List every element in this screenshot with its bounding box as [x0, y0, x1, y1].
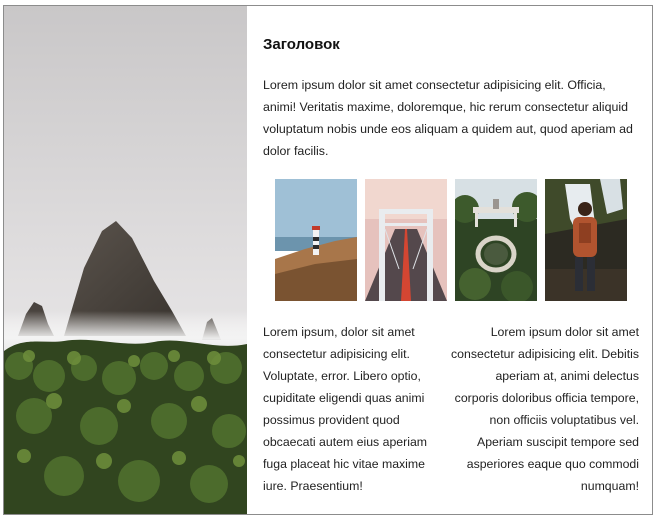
lead-paragraph: Lorem ipsum dolor sit amet consectetur a… [263, 78, 633, 158]
bridge-image [365, 179, 447, 301]
article-card: Заголовок Lorem ipsum dolor sit amet con… [3, 5, 653, 515]
text-column-right: Lorem ipsum dolor sit amet consectetur a… [451, 325, 639, 493]
image-gallery [275, 179, 627, 301]
hero-image [4, 6, 247, 514]
article-heading: Заголовок [263, 36, 340, 53]
garden-arch-image [455, 179, 537, 301]
hiker-waterfall-image [545, 179, 627, 301]
text-column-left: Lorem ipsum, dolor sit amet consectetur … [263, 325, 428, 493]
lighthouse-image [275, 179, 357, 301]
article-content: Заголовок Lorem ipsum dolor sit amet con… [263, 6, 639, 514]
